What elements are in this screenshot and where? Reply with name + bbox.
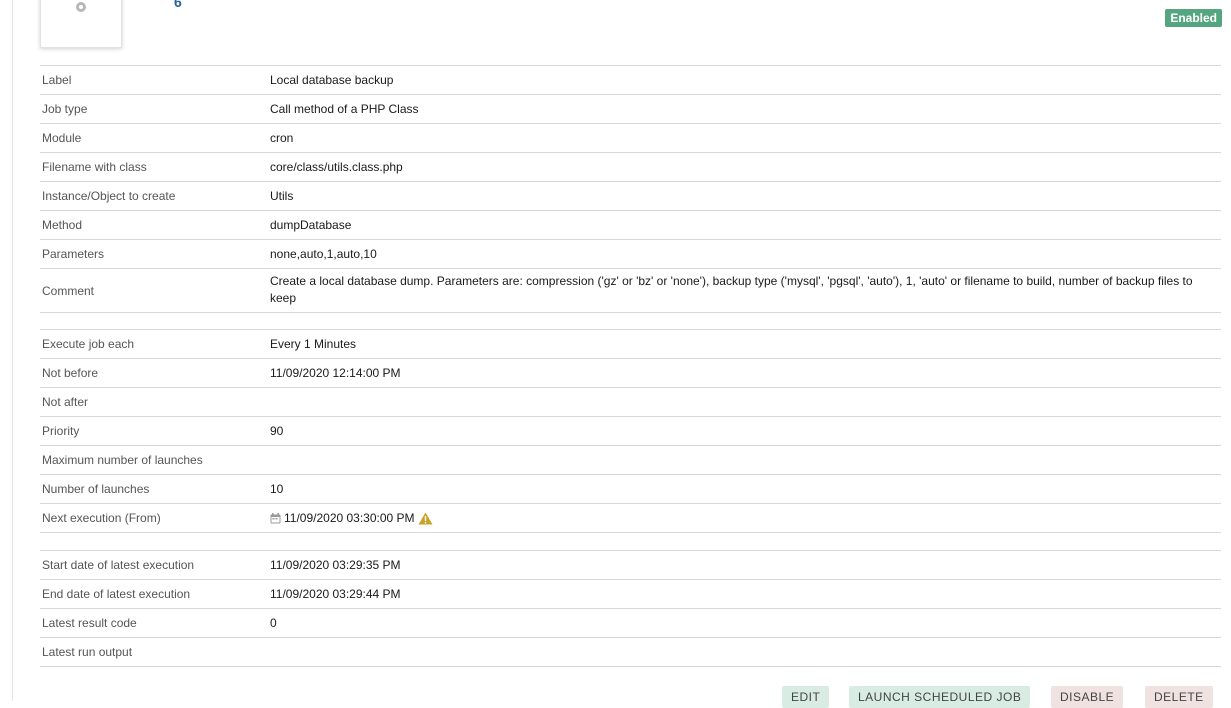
- table-row: Parameters none,auto,1,auto,10: [40, 240, 1221, 269]
- table-row: Latest result code 0: [40, 609, 1221, 638]
- field-value: cron: [270, 130, 294, 145]
- field-label: Number of launches: [42, 482, 150, 496]
- field-value: 11/09/2020 03:29:44 PM: [270, 586, 401, 601]
- field-label: Parameters: [42, 247, 105, 261]
- table-row: Execute job each Every 1 Minutes: [40, 330, 1221, 359]
- field-value: 10: [270, 481, 284, 496]
- table-row: Number of launches 10: [40, 475, 1221, 504]
- field-value: Local database backup: [270, 72, 394, 87]
- table-row: Next execution (From) 11/09/2020 03:30:0…: [40, 504, 1221, 533]
- field-value: 0: [270, 615, 277, 630]
- table-row: Job type Call method of a PHP Class: [40, 95, 1221, 124]
- field-label: Priority: [42, 424, 80, 438]
- table-row: Module cron: [40, 124, 1221, 153]
- field-value: 11/09/2020 12:14:00 PM: [270, 365, 401, 380]
- table-row: Latest run output: [40, 638, 1221, 667]
- field-label: Label: [42, 73, 72, 87]
- field-value: Create a local database dump. Parameters…: [270, 274, 1193, 305]
- field-value: Every 1 Minutes: [270, 336, 357, 351]
- table-row: Filename with class core/class/utils.cla…: [40, 153, 1221, 182]
- field-label: Next execution (From): [42, 511, 161, 525]
- field-label: Not before: [42, 366, 99, 380]
- field-label: Execute job each: [42, 337, 135, 351]
- delete-button[interactable]: DELETE: [1145, 686, 1213, 708]
- table-row: Method dumpDatabase: [40, 211, 1221, 240]
- table-row: Label Local database backup: [40, 66, 1221, 95]
- table-row: Maximum number of launches: [40, 446, 1221, 475]
- field-value: Utils: [270, 188, 294, 203]
- field-label: Start date of latest execution: [42, 558, 195, 572]
- status-badge: Enabled: [1165, 9, 1222, 27]
- schedule-table: Execute job each Every 1 Minutes Not bef…: [40, 329, 1221, 533]
- field-value: 11/09/2020 03:29:35 PM: [270, 557, 401, 572]
- field-value: Call method of a PHP Class: [270, 101, 419, 116]
- field-value: 90: [270, 423, 284, 438]
- table-row: Instance/Object to create Utils: [40, 182, 1221, 211]
- field-label: Instance/Object to create: [42, 189, 176, 203]
- table-row: Priority 90: [40, 417, 1221, 446]
- table-row: Comment Create a local database dump. Pa…: [40, 269, 1221, 313]
- field-value: none,auto,1,auto,10: [270, 246, 377, 261]
- table-row: Start date of latest execution 11/09/202…: [40, 551, 1221, 580]
- table-row: End date of latest execution 11/09/2020 …: [40, 580, 1221, 609]
- calendar-icon: [270, 512, 281, 523]
- field-value: [270, 647, 1221, 657]
- next-execution-date: 11/09/2020 03:30:00 PM: [284, 510, 415, 525]
- field-label: Job type: [42, 102, 88, 116]
- field-label: Method: [42, 218, 83, 232]
- field-label: Not after: [42, 395, 89, 409]
- results-table: Start date of latest execution 11/09/202…: [40, 550, 1221, 667]
- field-value: [270, 397, 1221, 407]
- field-label: Module: [42, 131, 82, 145]
- general-properties-table: Label Local database backup Job type Cal…: [40, 65, 1221, 313]
- field-label: End date of latest execution: [42, 587, 191, 601]
- field-label: Filename with class: [42, 160, 147, 174]
- launch-scheduled-job-button[interactable]: LAUNCH SCHEDULED JOB: [849, 686, 1031, 708]
- table-row: Not after: [40, 388, 1221, 417]
- warning-icon: [418, 512, 433, 524]
- object-ref-link[interactable]: 6: [174, 0, 182, 10]
- left-border: [12, 0, 13, 701]
- field-label: Latest run output: [42, 645, 133, 659]
- field-value: [270, 455, 1221, 465]
- field-value: dumpDatabase: [270, 217, 352, 232]
- field-value: core/class/utils.class.php: [270, 159, 403, 174]
- object-photo: [40, 0, 122, 48]
- field-label: Latest result code: [42, 616, 137, 630]
- field-value: 11/09/2020 03:30:00 PM: [270, 505, 1221, 532]
- field-label: Comment: [42, 283, 95, 298]
- field-label: Maximum number of launches: [42, 453, 203, 467]
- disable-button[interactable]: DISABLE: [1051, 686, 1124, 708]
- edit-button[interactable]: EDIT: [782, 686, 830, 708]
- gear-icon: [76, 2, 86, 12]
- table-row: Not before 11/09/2020 12:14:00 PM: [40, 359, 1221, 388]
